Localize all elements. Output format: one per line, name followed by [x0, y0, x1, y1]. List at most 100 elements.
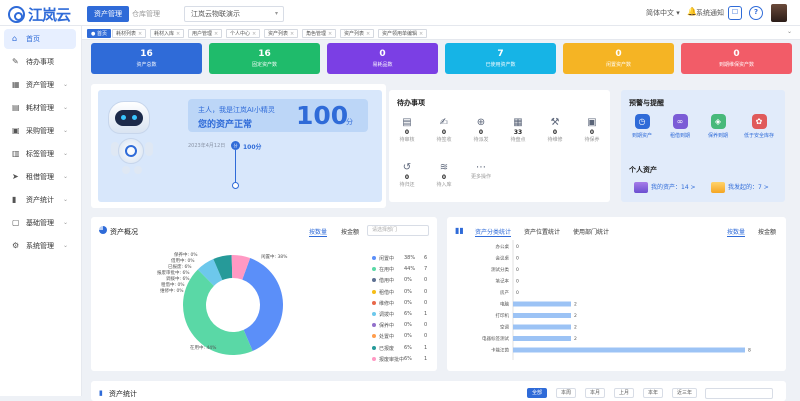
filter-year-button[interactable]: 本年	[643, 388, 664, 398]
filter-last-month-button[interactable]: 上月	[614, 388, 635, 398]
todo-maintain[interactable]: ▣ 0 待保养	[578, 117, 606, 144]
my-launched-link[interactable]: 我发起的：7 >	[711, 182, 769, 193]
legend-item[interactable]: 处置中 0% 0	[372, 333, 427, 340]
bar[interactable]	[513, 347, 745, 353]
stat-card-used[interactable]: 7 已使用资产数	[445, 43, 556, 74]
legend-dot	[372, 334, 376, 339]
alert-lease[interactable]: ∞ 租借到期	[662, 114, 698, 139]
tag-item[interactable]: 资产列表 ×	[264, 29, 299, 38]
alert-low-stock[interactable]: ✿ 低于安全库存	[741, 114, 777, 139]
todo-dispatch[interactable]: ⊕ 0 待派发	[467, 117, 495, 144]
legend-item[interactable]: 已报废 6% 1	[372, 345, 427, 352]
todo-stock-in[interactable]: ≋ 0 待入库	[430, 162, 458, 189]
tag-item[interactable]: 个人中心 ×	[226, 29, 261, 38]
close-icon[interactable]: ×	[290, 31, 294, 37]
todo-inventory[interactable]: ▦ 33 待盘点	[504, 117, 532, 144]
robot-icon	[108, 101, 150, 134]
bar[interactable]	[513, 324, 571, 330]
tab-warehouse-management[interactable]: 仓库管理	[125, 6, 167, 22]
alert-label: 低于安全库存	[743, 133, 774, 139]
switch-by-amount[interactable]: 按金额	[758, 227, 776, 236]
filter-all-button[interactable]: 全部	[527, 388, 548, 398]
close-icon[interactable]: ×	[138, 31, 142, 37]
filter-week-button[interactable]: 本周	[556, 388, 577, 398]
folder-icon	[711, 182, 725, 193]
help-icon[interactable]: ?	[749, 6, 763, 20]
close-icon[interactable]: ×	[328, 31, 332, 37]
avatar[interactable]	[771, 4, 787, 22]
legend-item[interactable]: 保养中 0% 0	[372, 322, 427, 329]
sidebar-item-statistics[interactable]: ▮ 资产统计 ⌄	[0, 190, 82, 210]
todo-sign[interactable]: ✍ 0 待签收	[430, 117, 458, 144]
sidebar-item-assets[interactable]: ▦ 资产管理 ⌄	[0, 75, 82, 95]
tag-item[interactable]: 耗材列表 ×	[112, 29, 147, 38]
legend-item[interactable]: 在用中 44% 7	[372, 266, 427, 273]
filter-month-button[interactable]: 本月	[585, 388, 606, 398]
stat-card-idle[interactable]: 0 闲置资产数	[563, 43, 674, 74]
legend-percent: 38%	[404, 255, 416, 261]
tag-item[interactable]: 资产领用单编辑 ×	[378, 29, 428, 38]
legend-item[interactable]: 报废审批中 6% 1	[372, 356, 427, 363]
alert-maintenance[interactable]: ◈ 保养到期	[700, 114, 736, 139]
sidebar-item-labels[interactable]: ▥ 标签管理 ⌄	[0, 144, 82, 164]
bar[interactable]	[513, 336, 571, 341]
sidebar-item-lease[interactable]: ➤ 租借管理 ⌄	[0, 167, 82, 187]
legend-item[interactable]: 租借中 0% 0	[372, 289, 427, 296]
switch-by-count[interactable]: 按数量	[309, 227, 328, 237]
switch-by-count[interactable]: 按数量	[727, 227, 746, 237]
stat-card-warranty[interactable]: 0 到期维保资产数	[681, 43, 792, 74]
stat-card-fixed[interactable]: 16 固定资产数	[209, 43, 320, 74]
todo-more[interactable]: ⋯ 更多操作	[467, 162, 495, 181]
asset-bar-chart: 办公桌 0 会议桌 0 测试分类 0 笔记本 0 房产 0 电脑 2 打印机 2 空调 2 电器标签测试 2 卡能汪…	[482, 240, 751, 360]
chevron-down-icon[interactable]: ⌄	[787, 28, 792, 35]
tenant-select[interactable]: 江岚云物联演示 ▾	[184, 6, 284, 22]
stat-card-total[interactable]: 16 资产总数	[91, 43, 202, 74]
tab-category-stats[interactable]: 资产分类统计	[475, 227, 512, 237]
bar-value: 2	[574, 336, 577, 342]
tab-asset-management[interactable]: 资产管理	[87, 6, 129, 22]
tag-item[interactable]: 角色管理 ×	[302, 29, 337, 38]
todo-return[interactable]: ↺ 0 待归还	[393, 162, 421, 189]
sidebar-item-todo[interactable]: ✎ 待办事项	[0, 52, 82, 72]
sidebar-item-system[interactable]: ⚙ 系统管理 ⌄	[0, 236, 82, 256]
my-assets-link[interactable]: 我的资产：14 >	[634, 182, 696, 193]
tag-item[interactable]: 资产列表 ×	[340, 29, 375, 38]
department-select[interactable]: 请选择部门	[367, 225, 429, 236]
sidebar-item-consumables[interactable]: ▤ 耗材管理 ⌄	[0, 98, 82, 118]
alert-expiring[interactable]: ◷ 到期资产	[624, 114, 660, 139]
sidebar-item-purchase[interactable]: ▣ 采购管理 ⌄	[0, 121, 82, 141]
close-icon[interactable]: ×	[366, 31, 370, 37]
sidebar-item-home[interactable]: ⌂ 首页	[4, 29, 76, 49]
filter-three-years-button[interactable]: 近三年	[672, 388, 698, 398]
date-range-select[interactable]	[705, 388, 773, 399]
legend-item[interactable]: 调拨中 6% 1	[372, 311, 427, 318]
robot-body	[118, 138, 144, 164]
todo-review[interactable]: ▤ 0 待审核	[393, 117, 421, 144]
legend-item[interactable]: 闲置中 38% 6	[372, 255, 427, 262]
tag-home[interactable]: ● 首页	[87, 29, 111, 38]
logo[interactable]: 江岚云	[8, 4, 71, 25]
sidebar-item-basic[interactable]: ▢ 基础管理 ⌄	[0, 213, 82, 233]
bar[interactable]	[513, 301, 571, 307]
tag-item[interactable]: 用户管理 ×	[188, 29, 223, 38]
system-notice-link[interactable]: 系统通知	[696, 8, 724, 18]
switch-by-amount[interactable]: 按金额	[341, 227, 359, 236]
close-icon[interactable]: ×	[419, 31, 423, 37]
box-icon: ▤	[12, 103, 20, 112]
tab-location-stats[interactable]: 资产位置统计	[524, 227, 560, 236]
stat-card-consumable[interactable]: 0 易耗品数	[327, 43, 438, 74]
pie-slice[interactable]	[242, 258, 283, 351]
legend-label: 调拨中	[379, 312, 395, 318]
todo-repair[interactable]: ⚒ 0 待维修	[541, 117, 569, 144]
close-icon[interactable]: ×	[176, 31, 180, 37]
close-icon[interactable]: ×	[214, 31, 218, 37]
language-switch[interactable]: 简体中文 ▾	[646, 8, 680, 18]
legend-item[interactable]: 维修中 0% 0	[372, 300, 427, 307]
robot-eye	[121, 115, 126, 120]
legend-item[interactable]: 借用中 0% 0	[372, 277, 427, 284]
bar[interactable]	[513, 313, 571, 318]
tab-department-stats[interactable]: 使用部门统计	[573, 227, 609, 236]
device-icon[interactable]: ☐	[728, 6, 742, 20]
tag-item[interactable]: 耗材入库 ×	[150, 29, 185, 38]
close-icon[interactable]: ×	[252, 31, 256, 37]
